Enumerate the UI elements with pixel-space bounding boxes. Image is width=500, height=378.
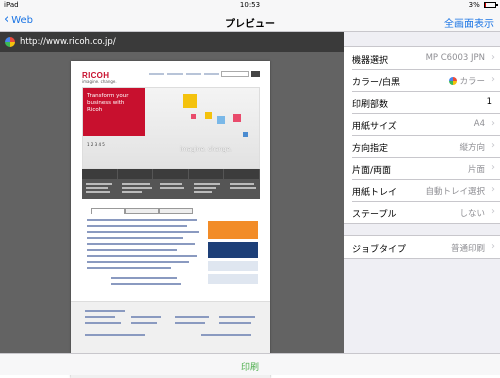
setting-label: 機器選択 <box>352 56 389 66</box>
clock: 10:53 <box>239 1 261 9</box>
hero-banner: Transform your business with Ricoh 1 2 3… <box>82 87 260 169</box>
hero-red-box: Transform your business with Ricoh <box>83 88 145 136</box>
setting-value-wrap: カラー <box>449 75 485 87</box>
setting-label: ジョブタイプ <box>352 245 407 255</box>
chevron-right-icon: › <box>491 184 495 195</box>
chevron-right-icon: › <box>491 206 495 217</box>
setting-label: 方向指定 <box>352 144 389 154</box>
print-preview-page[interactable]: RICOH imagine. change. Transform your bu… <box>71 61 270 378</box>
setting-value: 片面 <box>467 165 485 175</box>
setting-row-copies[interactable]: 印刷部数 1 <box>344 91 500 113</box>
status-bar: iPad 10:53 3% <box>0 0 500 10</box>
setting-label: 用紙トレイ <box>352 188 398 198</box>
hero-square-red-small <box>191 114 196 119</box>
setting-row-orientation[interactable]: 方向指定 縦方向 › <box>344 135 500 157</box>
battery-indicator: 3% <box>468 1 498 9</box>
setting-value: MP C6003 JPN <box>425 53 485 63</box>
setting-value: 普通印刷 <box>450 244 485 254</box>
setting-row-paper-size[interactable]: 用紙サイズ A4 › <box>344 113 500 135</box>
fullscreen-button[interactable]: 全画面表示 <box>444 15 494 30</box>
site-search-box <box>221 71 249 77</box>
setting-label: ステープル <box>352 210 397 220</box>
hero-square-yellow <box>183 94 197 108</box>
setting-value: 縦方向 <box>459 143 485 153</box>
setting-label: 印刷部数 <box>352 100 389 110</box>
site-submenu <box>82 179 260 199</box>
url-bar: http://www.ricoh.co.jp/ <box>0 32 344 52</box>
setting-row-color-mode[interactable]: カラー/白黒 カラー › <box>344 69 500 91</box>
hero-pager: 1 2 3 4 5 <box>87 142 105 147</box>
chevron-right-icon: › <box>491 241 495 252</box>
setting-row-paper-tray[interactable]: 用紙トレイ 自動トレイ選択 › <box>344 179 500 201</box>
setting-value: A4 <box>473 119 485 129</box>
setting-row-printer[interactable]: 機器選択 MP C6003 JPN › <box>344 47 500 69</box>
hero-square-pink <box>233 114 241 122</box>
site-menu <box>82 169 260 179</box>
side-banner-navy <box>208 242 258 258</box>
globe-icon <box>5 37 15 47</box>
print-settings-group: 機器選択 MP C6003 JPN › カラー/白黒 カラー › 印刷部数 1 … <box>344 46 500 224</box>
chevron-right-icon: › <box>491 74 495 85</box>
page-title: プレビュー <box>225 19 275 30</box>
chevron-right-icon: › <box>491 162 495 173</box>
setting-label: カラー/白黒 <box>352 78 401 88</box>
hero-square-blue <box>217 116 225 124</box>
print-button[interactable]: 印刷 <box>0 360 500 373</box>
news-tabs <box>91 208 193 214</box>
setting-value: 自動トレイ選択 <box>425 187 485 197</box>
side-banners <box>208 221 258 287</box>
bottom-toolbar: 印刷 <box>0 353 500 375</box>
setting-row-staple[interactable]: ステープル しない › <box>344 201 500 223</box>
battery-icon <box>484 2 498 8</box>
setting-value: 1 <box>486 97 492 107</box>
top-links <box>149 73 219 76</box>
side-banner-light <box>208 261 258 271</box>
hero-slogan: imagine. change. <box>180 146 232 153</box>
setting-row-duplex[interactable]: 片面/両面 片面 › <box>344 157 500 179</box>
print-settings-panel: 機器選択 MP C6003 JPN › カラー/白黒 カラー › 印刷部数 1 … <box>344 32 500 353</box>
side-banner-light-2 <box>208 274 258 284</box>
chevron-right-icon: › <box>491 140 495 151</box>
setting-label: 片面/両面 <box>352 166 392 176</box>
navigation-bar: ‹ Web プレビュー 全画面表示 <box>0 10 500 32</box>
url-text: http://www.ricoh.co.jp/ <box>20 37 116 47</box>
side-banner-orange <box>208 221 258 239</box>
setting-label: 用紙サイズ <box>352 122 397 132</box>
color-wheel-icon <box>449 77 458 85</box>
battery-percent: 3% <box>468 1 480 9</box>
setting-value: カラー <box>459 77 485 87</box>
chevron-right-icon: › <box>491 52 495 63</box>
preview-pane: http://www.ricoh.co.jp/ RICOH imagine. c… <box>0 32 344 378</box>
job-settings-group: ジョブタイプ 普通印刷 › <box>344 235 500 259</box>
hero-square-blue-small <box>243 132 248 137</box>
site-search-button <box>251 71 260 77</box>
setting-row-job-type[interactable]: ジョブタイプ 普通印刷 › <box>344 236 500 258</box>
setting-value: しない <box>459 209 485 219</box>
chevron-right-icon: › <box>491 118 495 129</box>
battery-fill <box>485 3 486 7</box>
logo-tagline: imagine. change. <box>82 79 117 84</box>
hero-square-yellow-small <box>205 112 212 119</box>
